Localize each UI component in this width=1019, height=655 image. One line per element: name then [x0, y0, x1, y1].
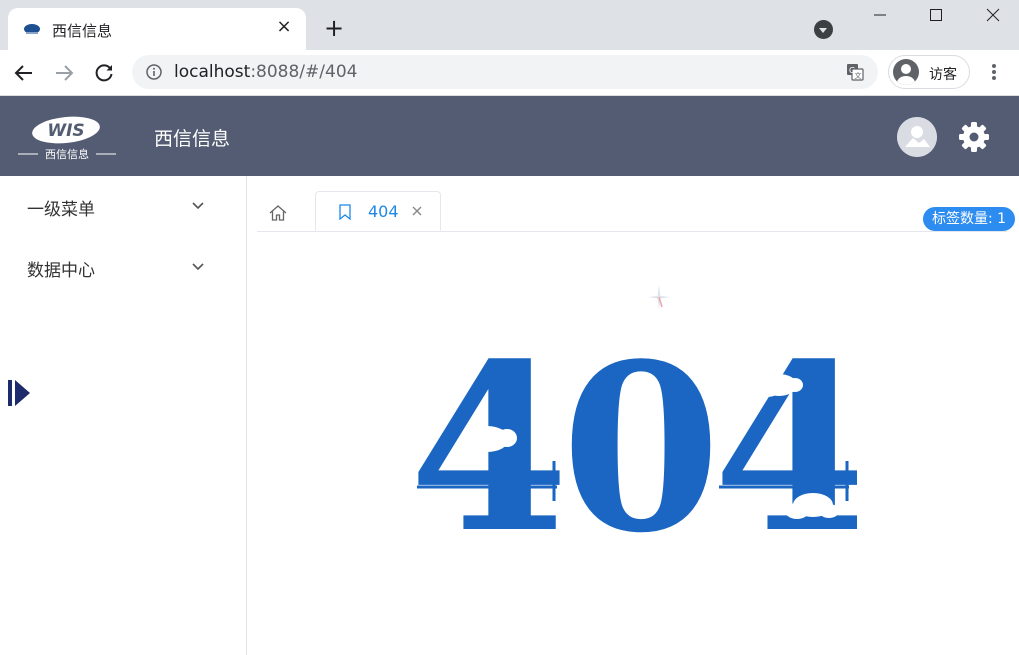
- browser-tab[interactable]: 西信信息 ×: [8, 8, 306, 50]
- sidebar-item-data-center[interactable]: 数据中心: [0, 237, 246, 298]
- sidebar-item-label: 一级菜单: [27, 200, 95, 220]
- browser-toolbar: localhost:8088/#/404 G文 访客: [0, 50, 1019, 96]
- app-title: 西信信息: [154, 128, 231, 150]
- plus-icon[interactable]: +: [323, 16, 345, 40]
- sidebar-item-label: 数据中心: [27, 261, 95, 281]
- collapse-toggle-icon[interactable]: [6, 377, 32, 409]
- app-header: WIS 西信信息 西信信息: [0, 96, 1019, 176]
- page-tab-label: 404: [368, 202, 399, 221]
- translate-icon[interactable]: G文: [846, 63, 864, 81]
- sparkle-decoration: [648, 285, 670, 309]
- sidebar-item-level1-menu[interactable]: 一级菜单: [0, 176, 246, 237]
- close-icon[interactable]: [410, 204, 424, 218]
- tab-search-icon[interactable]: [814, 20, 833, 39]
- tag-count-badge: 标签数量: 1: [923, 207, 1016, 231]
- page-tab-404[interactable]: 404: [315, 191, 441, 231]
- chevron-down-icon: [192, 202, 204, 210]
- url-host: localhost: [174, 62, 251, 82]
- forward-icon[interactable]: [52, 61, 76, 85]
- url-text: localhost:8088/#/404: [174, 62, 357, 82]
- chevron-down-icon: [192, 263, 204, 271]
- main-content: 404 标签数量: 1 404: [247, 176, 1019, 655]
- bookmark-icon: [339, 204, 351, 220]
- close-icon[interactable]: ×: [274, 17, 294, 37]
- svg-text:文: 文: [855, 71, 862, 80]
- minimize-icon[interactable]: [852, 0, 908, 32]
- url-path: :8088/#/404: [250, 62, 358, 82]
- maximize-icon[interactable]: [908, 0, 964, 32]
- info-icon[interactable]: [146, 64, 162, 80]
- profile-icon: [893, 59, 919, 85]
- company-logo: WIS 西信信息: [18, 116, 116, 161]
- logo-subtext: 西信信息: [45, 147, 89, 161]
- favicon-icon: [24, 24, 40, 34]
- sidebar: 一级菜单 数据中心: [0, 176, 247, 655]
- logo-text: WIS: [47, 121, 84, 141]
- browser-tab-strip: 西信信息 × +: [0, 0, 1019, 50]
- settings-gear-icon[interactable]: [958, 121, 990, 153]
- profile-button[interactable]: 访客: [888, 55, 970, 89]
- browser-tab-title: 西信信息: [52, 22, 113, 40]
- profile-label: 访客: [929, 67, 957, 83]
- address-bar[interactable]: localhost:8088/#/404 G文: [132, 55, 878, 89]
- kebab-menu-icon[interactable]: [986, 64, 1002, 82]
- reload-icon[interactable]: [92, 61, 116, 85]
- back-icon[interactable]: [12, 61, 36, 85]
- page-tabs-bar: 404 标签数量: 1: [257, 190, 1016, 232]
- user-avatar-icon[interactable]: [897, 117, 937, 157]
- error-code-graphic: 404: [417, 341, 857, 541]
- window-close-icon[interactable]: [964, 0, 1019, 32]
- home-icon[interactable]: [268, 203, 288, 223]
